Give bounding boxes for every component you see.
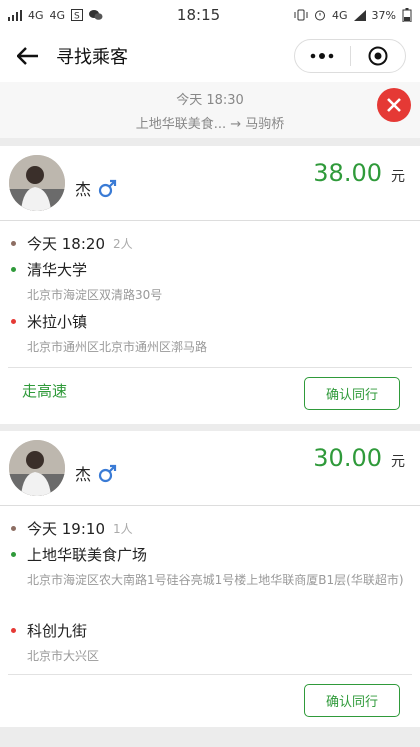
battery-label: 37% xyxy=(371,8,396,22)
vibrate-icon xyxy=(294,9,308,21)
pickup-row: 清华大学 xyxy=(11,259,87,280)
trip-time-row: 今天 18:20 2人 xyxy=(11,233,133,254)
seat-count: 2人 xyxy=(113,237,133,251)
trip-price: 30.00 xyxy=(313,444,382,472)
driver-name-row: 杰 xyxy=(75,176,117,200)
pickup-name: 清华大学 xyxy=(27,261,88,279)
back-button[interactable] xyxy=(0,30,56,82)
dropoff-dot xyxy=(11,628,16,633)
pickup-dot xyxy=(11,267,16,272)
dropoff-address: 北京市大兴区 xyxy=(27,649,100,663)
status-bar: 4G 4G S 18:15 4G 37% xyxy=(0,0,420,30)
male-icon xyxy=(98,464,117,482)
trip-card: 杰 30.00 元 今天 19:10 1人 上地华联美食广场 北京市海淀区农大南… xyxy=(0,431,420,727)
trip-card: 杰 38.00 元 今天 18:20 2人 清华大学 北京市海淀区双清路30号 … xyxy=(0,146,420,424)
time-dot xyxy=(11,241,16,246)
driver-name: 杰 xyxy=(75,180,92,199)
driver-header: 杰 38.00 元 xyxy=(0,146,420,221)
dropoff-row: 米拉小镇 xyxy=(11,311,87,332)
price-unit: 元 xyxy=(391,454,405,470)
close-button[interactable] xyxy=(377,88,411,122)
close-icon xyxy=(387,98,401,112)
pickup-address: 北京市海淀区双清路30号 xyxy=(27,288,163,302)
signal-icon xyxy=(8,9,22,21)
divider xyxy=(8,674,412,675)
more-dots-icon xyxy=(310,53,334,59)
status-time: 18:15 xyxy=(176,6,221,24)
pickup-dot xyxy=(11,552,16,557)
alarm-icon xyxy=(315,10,326,21)
seat-count: 1人 xyxy=(113,522,133,536)
exit-button[interactable] xyxy=(351,40,406,72)
pickup-name: 上地华联美食广场 xyxy=(27,546,148,564)
dropoff-address: 北京市通州区北京市通州区漷马路 xyxy=(27,340,208,354)
dropoff-row: 科创九街 xyxy=(11,620,87,641)
dropoff-name: 米拉小镇 xyxy=(27,313,88,331)
male-icon xyxy=(98,179,117,197)
driver-name-row: 杰 xyxy=(75,461,117,485)
network-label: 4G xyxy=(332,8,348,22)
status-left: 4G 4G S xyxy=(8,9,103,22)
pickup-row: 上地华联美食广场 xyxy=(11,544,147,565)
nav-bar: 寻找乘客 xyxy=(0,30,420,82)
target-icon xyxy=(368,46,388,66)
driver-header: 杰 30.00 元 xyxy=(0,431,420,506)
signal-label-1: 4G xyxy=(28,8,44,22)
page-title: 寻找乘客 xyxy=(56,47,128,68)
confirm-button[interactable]: 确认同行 xyxy=(304,684,400,717)
trip-time-row: 今天 19:10 1人 xyxy=(11,518,133,539)
route-from-to: 上地华联美食... → 马驹桥 xyxy=(135,117,285,132)
divider xyxy=(8,367,412,368)
signal-icon-2 xyxy=(353,9,366,21)
trip-price: 38.00 xyxy=(313,159,382,187)
app-s-icon: S xyxy=(71,9,84,22)
svg-text:S: S xyxy=(74,12,80,22)
route-summary: 今天 18:30 上地华联美食... → 马驹桥 xyxy=(0,82,420,138)
confirm-button[interactable]: 确认同行 xyxy=(304,377,400,410)
trip-time: 今天 19:10 xyxy=(27,520,105,538)
dropoff-dot xyxy=(11,319,16,324)
signal-label-2: 4G xyxy=(49,8,66,22)
price-unit: 元 xyxy=(391,169,405,185)
dropoff-name: 科创九街 xyxy=(27,622,88,640)
back-arrow-icon xyxy=(17,47,38,65)
wechat-icon xyxy=(89,10,103,20)
pickup-address: 北京市海淀区农大南路1号硅谷亮城1号楼上地华联商厦B1层(华联超市) xyxy=(27,573,404,587)
trip-time: 今天 18:20 xyxy=(27,235,105,253)
driver-name: 杰 xyxy=(75,465,92,484)
more-button[interactable] xyxy=(295,40,350,72)
route-tag: 走高速 xyxy=(22,382,68,400)
status-right: 4G 37% xyxy=(294,8,412,22)
mini-program-capsule xyxy=(294,39,406,73)
avatar xyxy=(9,155,65,211)
route-time: 今天 18:30 xyxy=(176,93,244,108)
battery-icon xyxy=(402,8,412,22)
avatar xyxy=(9,440,65,496)
time-dot xyxy=(11,526,16,531)
